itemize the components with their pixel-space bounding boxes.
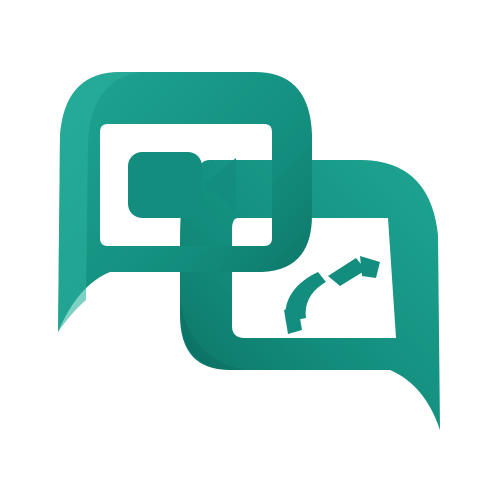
app-logo-canvas xyxy=(0,0,500,500)
phone-handset-icon xyxy=(284,256,380,334)
chat-video-call-logo xyxy=(58,72,440,430)
